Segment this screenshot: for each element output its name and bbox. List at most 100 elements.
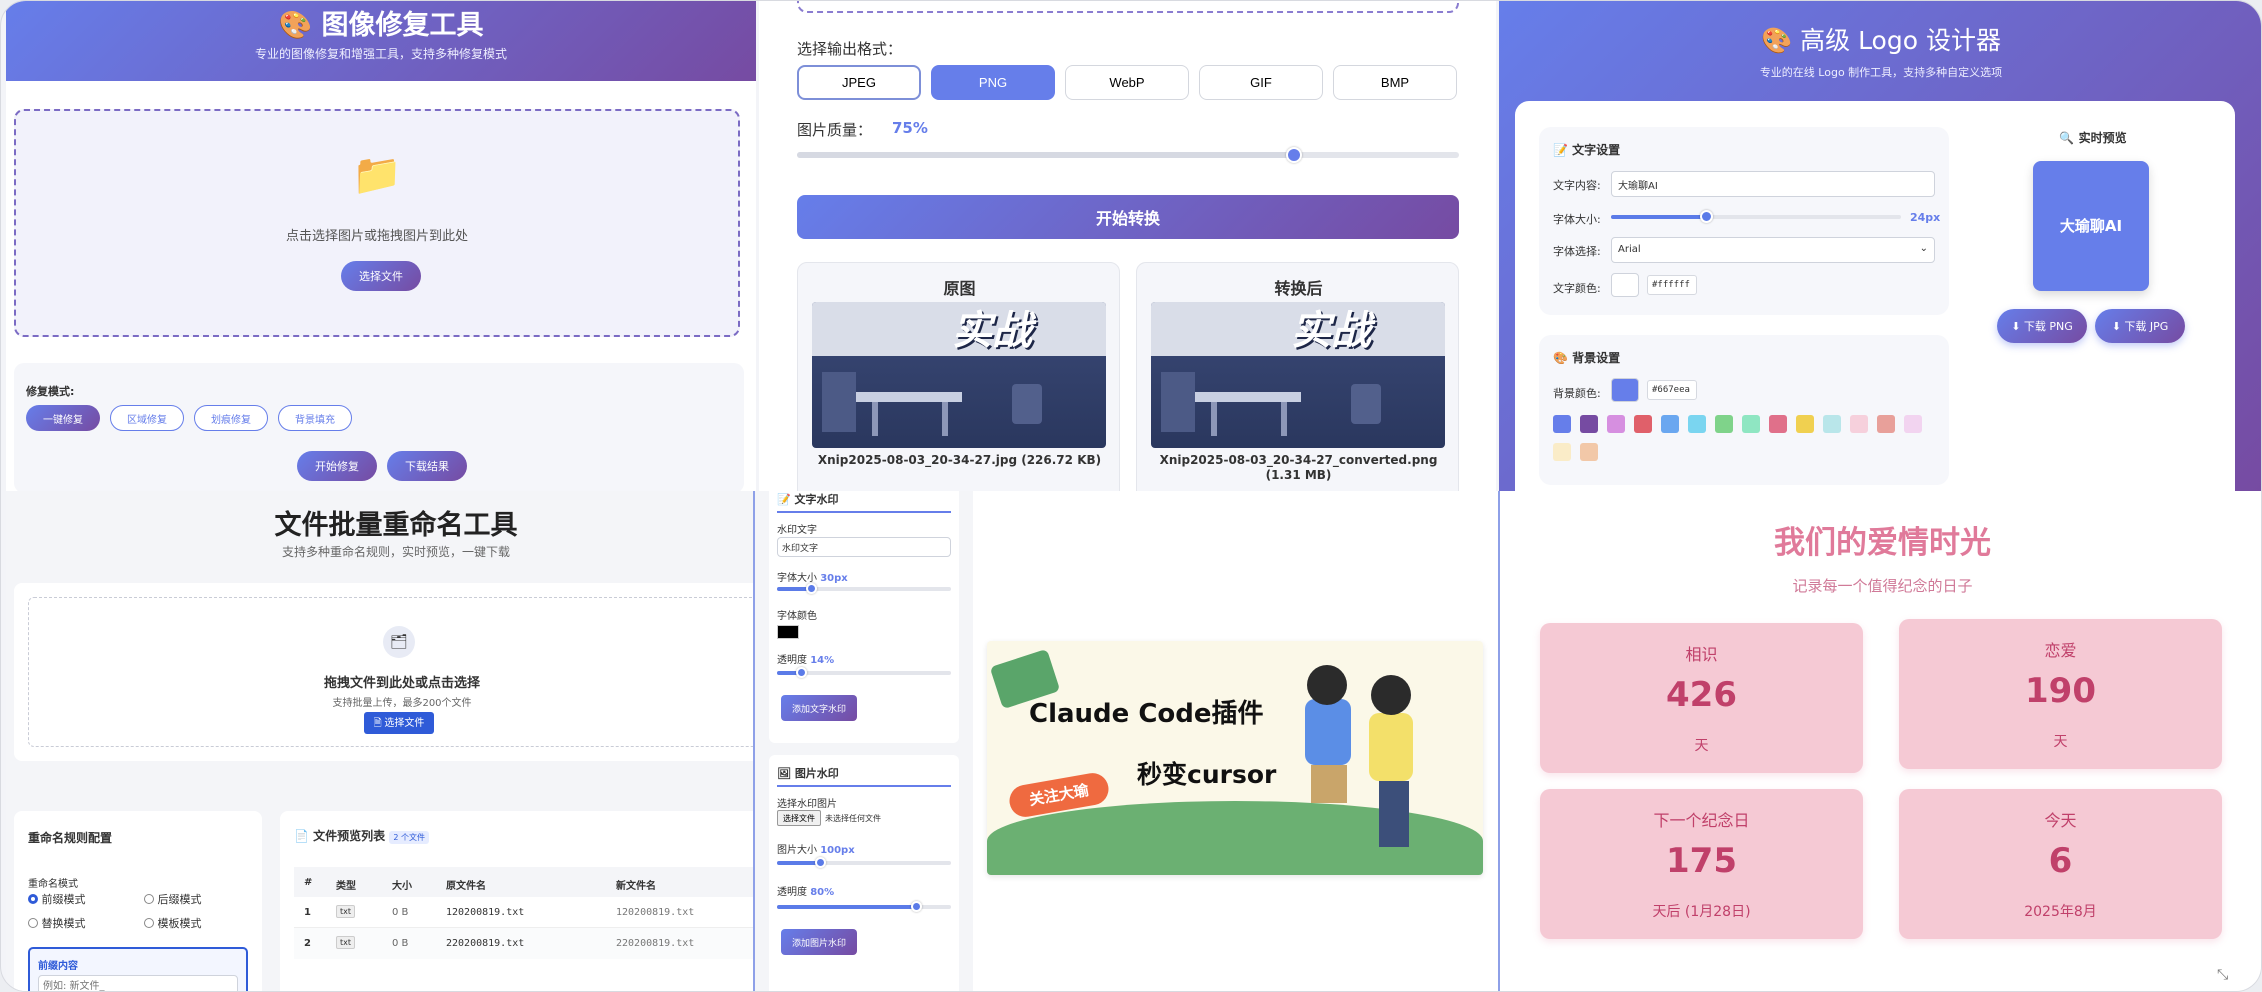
person-figure [1305,699,1351,765]
download-png-button[interactable]: ⬇ 下载 PNG [1997,309,2087,343]
format-jpeg[interactable]: JPEG [797,65,921,100]
select-file-button[interactable]: 🗎 选择文件 [364,712,434,734]
opacity-slider[interactable] [777,667,951,678]
color-swatch[interactable] [1715,415,1733,433]
stat-card: 今天 6 2025年8月 [1899,789,2222,939]
bg-color-picker[interactable] [1611,378,1639,402]
page-title: 图像修复工具 [321,10,484,41]
stat-label: 下一个纪念日 [1653,811,1750,830]
color-label: 文字颜色: [1553,282,1601,295]
row-type: txt [336,936,356,949]
rename-config-card: 重命名规则配置 重命名模式 前缀模式 后缀模式 替换模式 模板模式 前缀内容 [14,811,262,991]
color-swatch[interactable] [1580,415,1598,433]
config-title: 重命名规则配置 [28,831,113,845]
font-color-picker[interactable] [777,625,799,639]
color-swatch[interactable] [1904,415,1922,433]
select-file-button[interactable]: 选择文件 [341,261,421,291]
font-label: 字体选择: [1553,245,1601,258]
banner-text: 实战 [952,308,1032,354]
text-color-picker[interactable] [1611,273,1639,297]
prefix-box: 前缀内容 [28,947,248,991]
stat-value: 426 [1666,675,1737,715]
font-size-slider[interactable] [777,583,951,594]
stat-card: 相识 426 天 [1540,623,1863,773]
row-new: 220200819.txt [616,938,695,949]
color-swatch[interactable] [1661,415,1679,433]
text-color-value[interactable]: #ffffff [1647,275,1697,295]
radio-template[interactable]: 模板模式 [144,915,202,931]
prefix-input[interactable] [38,975,238,991]
list-title: 文件预览列表 [313,829,386,843]
repair-mode-section: 修复模式: 一键修复 区域修复 划痕修复 背景填充 开始修复 下载结果 [14,363,744,491]
row-original: 220200819.txt [446,938,525,949]
start-convert-button[interactable]: 开始转换 [797,195,1459,239]
color-swatch[interactable] [1688,415,1706,433]
color-swatch[interactable] [1796,415,1814,433]
add-text-watermark-button[interactable]: 添加文字水印 [781,695,857,721]
stat-label: 今天 [2044,811,2077,830]
add-image-watermark-button[interactable]: 添加图片水印 [781,929,857,955]
color-swatch[interactable] [1553,443,1571,461]
col-new: 新文件名 [616,881,656,892]
download-result-button[interactable]: 下载结果 [387,451,467,481]
text-section-title: 文字水印 [794,493,839,506]
converted-image: 实战 [1151,302,1445,448]
background-settings-card: 🎨 背景设置 背景颜色: #667eea [1539,335,1949,485]
page-subtitle: 专业的图像修复和增强工具，支持多种修复模式 [254,47,507,61]
upload-dropzone[interactable]: 📁 点击选择图片或拖拽图片到此处 选择文件 [14,109,740,337]
content-input[interactable] [1611,171,1935,197]
table-row[interactable]: 1 txt 0 B 120200819.txt 120200819.txt [294,897,756,928]
color-swatch[interactable] [1634,415,1652,433]
row-index: 1 [304,907,311,918]
color-swatch[interactable] [1580,443,1598,461]
color-swatch[interactable] [1607,415,1625,433]
font-select[interactable]: Arial ⌄ [1611,237,1935,263]
logo-workspace: 📝 文字设置 文字内容: 字体大小: 24px 字体选择: Arial ⌄ 文字颜… [1515,101,2235,491]
row-original: 120200819.txt [446,907,525,918]
dropzone-subtitle: 支持批量上传，最多200个文件 [332,698,472,709]
choose-file-button[interactable]: 选择文件 [777,810,821,826]
page-subtitle: 专业的在线 Logo 制作工具，支持多种自定义选项 [1759,66,2003,79]
format-webp[interactable]: WebP [1065,65,1189,100]
color-swatch[interactable] [1823,415,1841,433]
mode-region[interactable]: 区域修复 [110,405,184,431]
upload-dropzone-edge [797,1,1459,13]
format-png[interactable]: PNG [931,65,1055,100]
color-swatch[interactable] [1769,415,1787,433]
color-swatch[interactable] [1742,415,1760,433]
radio-prefix[interactable]: 前缀模式 [28,891,86,907]
img-size-slider[interactable] [777,857,951,868]
mode-one-click[interactable]: 一键修复 [26,405,100,431]
bg-color-value[interactable]: #667eea [1647,380,1697,400]
img-opacity-slider[interactable] [777,901,951,912]
mode-scratch[interactable]: 划痕修复 [194,405,268,431]
format-bmp[interactable]: BMP [1333,65,1457,100]
wm-text-input[interactable] [777,537,951,557]
download-jpg-button[interactable]: ⬇ 下载 JPG [2095,309,2185,343]
stat-value: 175 [1666,841,1737,881]
file-dropzone[interactable]: 🗂 拖拽文件到此处或点击选择 支持批量上传，最多200个文件 🗎 选择文件 [28,597,756,747]
format-label: 选择输出格式： [797,40,903,58]
color-swatch[interactable] [1553,415,1571,433]
converted-filename: Xnip2025-08-03_20-34-27_converted.png (1… [1159,453,1438,482]
download-icon: ⬇ [2111,320,2121,333]
mode-background[interactable]: 背景填充 [278,405,352,431]
stat-unit: 天 [1694,738,1709,754]
stat-unit: 天 [2053,734,2068,750]
person-legs [1311,765,1347,803]
stat-value: 190 [2025,671,2096,711]
table-row[interactable]: 2 txt 0 B 220200819.txt 220200819.txt [294,928,756,959]
color-swatch[interactable] [1850,415,1868,433]
quality-slider[interactable] [797,147,1459,163]
color-swatch[interactable] [1877,415,1895,433]
font-size-slider[interactable] [1611,210,1901,223]
img-section-title: 图片水印 [794,767,839,780]
radio-suffix[interactable]: 后缀模式 [144,891,202,907]
start-repair-button[interactable]: 开始修复 [297,451,377,481]
radio-replace[interactable]: 替换模式 [28,915,86,931]
bg-settings-title: 背景设置 [1572,351,1621,365]
mode-label: 修复模式: [26,385,75,398]
resize-handle-icon[interactable]: ⤡ [2217,967,2237,983]
format-gif[interactable]: GIF [1199,65,1323,100]
logo-designer-panel: 🎨 高级 Logo 设计器 专业的在线 Logo 制作工具，支持多种自定义选项 … [1499,1,2261,491]
